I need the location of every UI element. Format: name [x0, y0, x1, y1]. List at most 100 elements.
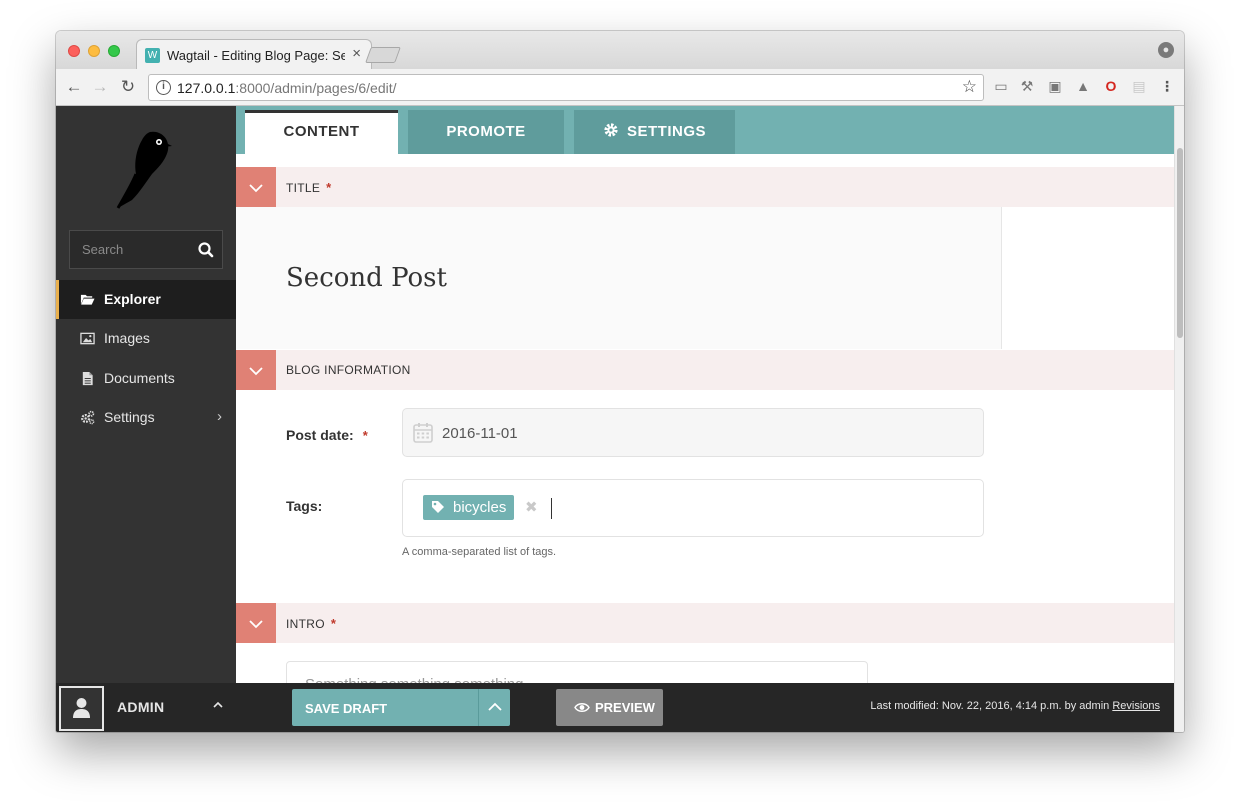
address-bar[interactable]: i 127.0.0.1:8000/admin/pages/6/edit/ ☆	[148, 74, 984, 101]
sidebar-item-settings[interactable]: Settings ›	[56, 398, 236, 437]
extension-icons: ▭ ⚒ ▣ ▲ O ▤ ⋮	[992, 78, 1182, 98]
url-path: :8000/admin/pages/6/edit/	[235, 80, 397, 96]
tab-close-icon[interactable]: ×	[352, 45, 361, 62]
required-marker: *	[330, 616, 337, 631]
menu-icon[interactable]: ⋮	[1158, 78, 1176, 95]
search-icon[interactable]	[196, 240, 216, 260]
sidebar-item-explorer[interactable]: Explorer	[56, 280, 236, 319]
image-icon	[80, 332, 95, 345]
panel-title-text: TITLE	[286, 181, 321, 195]
tab-content[interactable]: CONTENT	[245, 110, 398, 154]
user-icon	[73, 698, 90, 718]
chevron-down-icon	[249, 367, 263, 376]
sidebar-item-images[interactable]: Images	[56, 319, 236, 358]
page-content: Explorer Images Documents	[56, 106, 1184, 732]
tag-icon	[432, 501, 444, 513]
sidebar-item-label: Documents	[104, 370, 175, 386]
camera-icon[interactable]: ▣	[1046, 78, 1064, 95]
preview-label: PREVIEW	[595, 700, 655, 715]
action-bar: SAVE DRAFT PREVIEW Last modified: Nov. 2…	[236, 683, 1174, 732]
url-host: 127.0.0.1	[177, 80, 236, 96]
cogs-icon	[81, 410, 95, 425]
extension-icon[interactable]: ▤	[1130, 78, 1148, 95]
back-icon[interactable]: ←	[64, 77, 84, 97]
zoom-window-button[interactable]	[108, 45, 120, 57]
avatar	[59, 686, 104, 731]
blog-info-panel-header: BLOG INFORMATION	[236, 350, 1174, 390]
document-icon	[82, 371, 93, 386]
sidebar-item-label: Explorer	[104, 291, 161, 307]
browser-toolbar: ← → ↻ i 127.0.0.1:8000/admin/pages/6/edi…	[56, 69, 1184, 106]
tab-label: SETTINGS	[626, 123, 706, 140]
new-tab-button[interactable]	[365, 47, 401, 63]
post-date-value: 2016-11-01	[442, 425, 518, 442]
editor-main: CONTENT PROMOTE SETTINGS TITLE * Second …	[236, 106, 1174, 732]
sidebar-item-documents[interactable]: Documents	[56, 359, 236, 398]
collapse-title-panel-button[interactable]	[236, 167, 276, 207]
reload-icon[interactable]: ↻	[118, 77, 138, 97]
tab-label: CONTENT	[283, 123, 360, 140]
minimize-window-button[interactable]	[88, 45, 100, 57]
chevron-up-icon	[488, 702, 502, 711]
save-draft-label: SAVE DRAFT	[305, 701, 388, 716]
tab-label: PROMOTE	[446, 123, 526, 140]
forward-icon[interactable]: →	[90, 77, 110, 97]
wrench-icon[interactable]: ⚒	[1018, 78, 1036, 95]
warning-icon[interactable]: ▲	[1074, 78, 1092, 94]
sidebar-item-label: Settings	[104, 409, 155, 425]
tag-chip[interactable]: bicycles	[423, 495, 515, 520]
post-date-label-text: Post date:	[286, 427, 354, 443]
tab-title: Wagtail - Editing Blog Page: Se	[167, 48, 345, 63]
folder-open-icon	[80, 294, 95, 305]
post-date-label: Post date: *	[286, 427, 368, 443]
panel-title: INTRO *	[286, 616, 336, 631]
save-draft-button[interactable]: SAVE DRAFT	[292, 689, 510, 726]
browser-window: W Wagtail - Editing Blog Page: Se × ● ← …	[56, 31, 1184, 732]
sidebar: Explorer Images Documents	[56, 106, 236, 732]
url-text: 127.0.0.1:8000/admin/pages/6/edit/	[177, 80, 397, 96]
tab-promote[interactable]: PROMOTE	[408, 110, 564, 154]
title-panel-header: TITLE *	[236, 167, 1174, 207]
opera-icon[interactable]: O	[1102, 78, 1120, 94]
chevron-up-icon[interactable]	[212, 699, 224, 711]
required-marker: *	[362, 428, 368, 443]
title-field[interactable]: Second Post	[236, 207, 1002, 349]
required-marker: *	[326, 180, 332, 195]
tag-label: bicycles	[453, 499, 507, 516]
tags-field[interactable]: bicycles ✖	[402, 479, 984, 537]
tags-help-text: A comma-separated list of tags.	[402, 546, 557, 558]
title-bar: W Wagtail - Editing Blog Page: Se × ●	[56, 31, 1184, 69]
preview-button[interactable]: PREVIEW	[556, 689, 663, 726]
more-actions-button[interactable]	[478, 689, 510, 726]
gear-icon	[604, 123, 618, 137]
sidebar-item-label: Images	[104, 330, 150, 346]
close-window-button[interactable]	[68, 45, 80, 57]
account-name: ADMIN	[117, 699, 165, 715]
collapse-intro-panel-button[interactable]	[236, 603, 276, 643]
search-input[interactable]	[70, 231, 190, 268]
eye-icon	[574, 703, 590, 712]
post-date-field[interactable]: 2016-11-01	[402, 408, 984, 457]
remove-tag-icon[interactable]: ✖	[525, 498, 538, 516]
chevron-right-icon: ›	[217, 408, 222, 425]
panel-title-text: INTRO	[286, 617, 325, 631]
wagtail-logo[interactable]	[112, 128, 176, 210]
cast-icon[interactable]: ▭	[992, 78, 1010, 95]
editor-tabs: CONTENT PROMOTE SETTINGS	[236, 106, 1174, 154]
last-modified-text: Last modified: Nov. 22, 2016, 4:14 p.m. …	[870, 700, 1160, 712]
revisions-link[interactable]: Revisions	[1112, 700, 1160, 712]
calendar-icon	[413, 423, 433, 443]
info-icon[interactable]: i	[156, 80, 171, 95]
browser-tab[interactable]: W Wagtail - Editing Blog Page: Se ×	[136, 39, 372, 69]
title-value[interactable]: Second Post	[286, 263, 447, 293]
profile-icon[interactable]: ●	[1158, 42, 1174, 58]
account-menu[interactable]: ADMIN	[56, 683, 236, 732]
chevron-down-icon	[249, 620, 263, 629]
tab-settings[interactable]: SETTINGS	[574, 110, 735, 154]
scrollbar-thumb[interactable]	[1177, 148, 1183, 338]
collapse-blog-info-panel-button[interactable]	[236, 350, 276, 390]
last-modified-value: Last modified: Nov. 22, 2016, 4:14 p.m. …	[870, 700, 1110, 712]
scrollbar[interactable]	[1174, 106, 1184, 732]
sidebar-search	[69, 230, 223, 269]
star-icon[interactable]: ☆	[962, 77, 977, 97]
